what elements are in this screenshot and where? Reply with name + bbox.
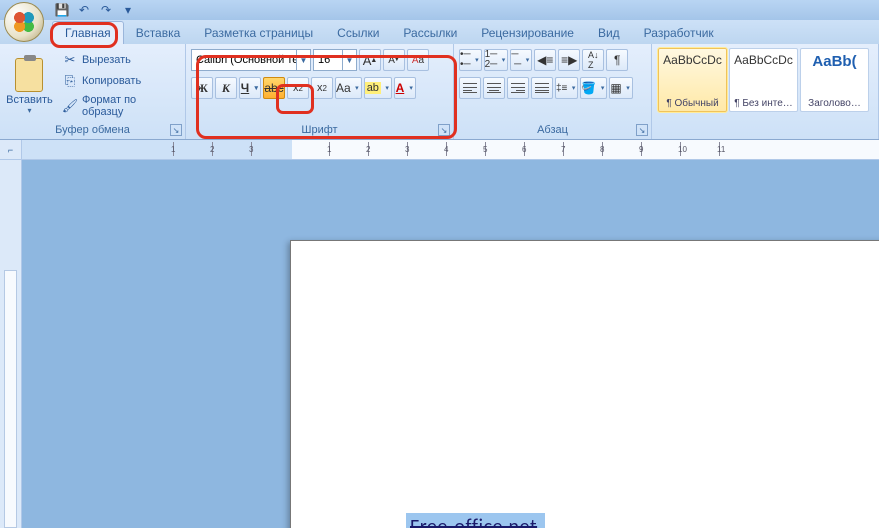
- bold-button[interactable]: Ж: [191, 77, 213, 99]
- ruler-corner-button[interactable]: ⌐: [0, 140, 22, 159]
- align-center-button[interactable]: [483, 77, 505, 99]
- group-styles: AaBbCcDc ¶ Обычный AaBbCcDc ¶ Без инте… …: [652, 44, 879, 139]
- vertical-ruler[interactable]: [0, 160, 22, 528]
- style-no-spacing[interactable]: AaBbCcDc ¶ Без инте…: [729, 48, 798, 112]
- qat-redo-button[interactable]: ↷: [98, 2, 114, 18]
- paste-button[interactable]: Вставить ▾: [4, 46, 55, 122]
- qat-undo-button[interactable]: ↶: [76, 2, 92, 18]
- chevron-down-icon[interactable]: ▼: [342, 50, 356, 70]
- strikethrough-button[interactable]: abc: [263, 77, 285, 99]
- shading-button[interactable]: 🪣: [580, 77, 607, 99]
- selected-text[interactable]: Free-office.net: [406, 513, 545, 528]
- bullets-icon: •─•─: [460, 50, 471, 70]
- underline-button[interactable]: Ч: [239, 77, 261, 99]
- brush-icon: 🖌: [62, 98, 78, 114]
- numbering-icon: 1─2─: [485, 50, 498, 70]
- copy-icon: ⎘: [62, 73, 78, 89]
- tab-view[interactable]: Вид: [586, 22, 632, 44]
- tab-review[interactable]: Рецензирование: [469, 22, 586, 44]
- document-canvas[interactable]: Free-office.net: [30, 160, 879, 528]
- title-bar: 💾 ↶ ↷ ▾: [0, 0, 879, 20]
- paste-icon: [15, 58, 43, 92]
- copy-button[interactable]: ⎘Копировать: [59, 71, 181, 91]
- document-page[interactable]: Free-office.net: [290, 240, 879, 528]
- ribbon-tabs: Главная Вставка Разметка страницы Ссылки…: [0, 20, 879, 44]
- change-case-button[interactable]: Aa: [335, 77, 362, 99]
- align-center-icon: [487, 83, 501, 93]
- qat-customize-button[interactable]: ▾: [120, 2, 136, 18]
- format-painter-button[interactable]: 🖌Формат по образцу: [59, 92, 181, 120]
- scissors-icon: ✂: [62, 52, 78, 68]
- group-clipboard-label: Буфер обмена: [4, 122, 181, 139]
- group-font-label: Шрифт: [190, 122, 449, 139]
- tab-home[interactable]: Главная: [52, 21, 124, 44]
- justify-button[interactable]: [531, 77, 553, 99]
- paragraph-launcher[interactable]: ↘: [636, 124, 648, 136]
- horizontal-ruler[interactable]: 3211234567891011: [22, 140, 879, 159]
- horizontal-ruler-bar: ⌐ 3211234567891011: [0, 140, 879, 160]
- sort-button[interactable]: A↓Z: [582, 49, 604, 71]
- tab-mailings[interactable]: Рассылки: [391, 22, 469, 44]
- tab-insert[interactable]: Вставка: [124, 22, 193, 44]
- font-color-button[interactable]: A: [394, 77, 416, 99]
- increase-indent-button[interactable]: ≡▶: [558, 49, 580, 71]
- cut-button[interactable]: ✂Вырезать: [59, 50, 181, 70]
- font-size-combo[interactable]: 16▼: [313, 49, 357, 71]
- tab-references[interactable]: Ссылки: [325, 22, 391, 44]
- multilevel-icon: ─ ─: [511, 50, 521, 70]
- paste-label: Вставить: [6, 94, 53, 106]
- group-clipboard: Вставить ▾ ✂Вырезать ⎘Копировать 🖌Формат…: [0, 44, 186, 139]
- group-paragraph: •─•─ 1─2─ ─ ─ ◀≡ ≡▶ A↓Z ¶ ‡≡ 🪣 ▦ Абзац ↘: [454, 44, 652, 139]
- superscript-button[interactable]: x2: [311, 77, 333, 99]
- style-normal[interactable]: AaBbCcDc ¶ Обычный: [658, 48, 727, 112]
- group-font: Calibri (Основной те▼ 16▼ A▲ A▼ Aa Ж К Ч…: [186, 44, 454, 139]
- font-name-combo[interactable]: Calibri (Основной те▼: [191, 49, 311, 71]
- align-right-button[interactable]: [507, 77, 529, 99]
- qat-save-button[interactable]: 💾: [54, 2, 70, 18]
- multilevel-list-button[interactable]: ─ ─: [510, 49, 532, 71]
- subscript-button[interactable]: x2: [287, 77, 309, 99]
- clear-formatting-button[interactable]: Aa: [407, 49, 429, 71]
- highlight-color-button[interactable]: ab: [364, 77, 392, 99]
- office-logo-icon: [13, 11, 35, 33]
- bucket-icon: 🪣: [581, 81, 596, 95]
- document-workspace: Free-office.net: [0, 160, 879, 528]
- clipboard-launcher[interactable]: ↘: [170, 124, 182, 136]
- align-right-icon: [511, 83, 525, 93]
- style-heading1[interactable]: AaBb( Заголово…: [800, 48, 869, 112]
- bullets-button[interactable]: •─•─: [459, 49, 482, 71]
- grow-font-button[interactable]: A▲: [359, 49, 381, 71]
- chevron-down-icon[interactable]: ▼: [296, 50, 310, 70]
- justify-icon: [535, 83, 549, 93]
- italic-button[interactable]: К: [215, 77, 237, 99]
- tab-developer[interactable]: Разработчик: [632, 22, 726, 44]
- borders-button[interactable]: ▦: [609, 77, 632, 99]
- ribbon: Вставить ▾ ✂Вырезать ⎘Копировать 🖌Формат…: [0, 44, 879, 140]
- pilcrow-icon: ¶: [614, 53, 620, 67]
- align-left-button[interactable]: [459, 77, 481, 99]
- decrease-indent-button[interactable]: ◀≡: [534, 49, 556, 71]
- tab-page-layout[interactable]: Разметка страницы: [192, 22, 325, 44]
- indent-icon: ≡▶: [561, 53, 577, 67]
- outdent-icon: ◀≡: [537, 53, 553, 67]
- office-button[interactable]: [4, 2, 44, 42]
- shrink-font-button[interactable]: A▼: [383, 49, 405, 71]
- borders-icon: ▦: [610, 81, 621, 95]
- align-left-icon: [463, 83, 477, 93]
- line-spacing-button[interactable]: ‡≡: [555, 77, 578, 99]
- sort-icon: A↓Z: [588, 50, 599, 70]
- font-launcher[interactable]: ↘: [438, 124, 450, 136]
- show-marks-button[interactable]: ¶: [606, 49, 628, 71]
- group-paragraph-label: Абзац: [458, 122, 647, 139]
- line-spacing-icon: ‡≡: [556, 83, 567, 94]
- numbering-button[interactable]: 1─2─: [484, 49, 509, 71]
